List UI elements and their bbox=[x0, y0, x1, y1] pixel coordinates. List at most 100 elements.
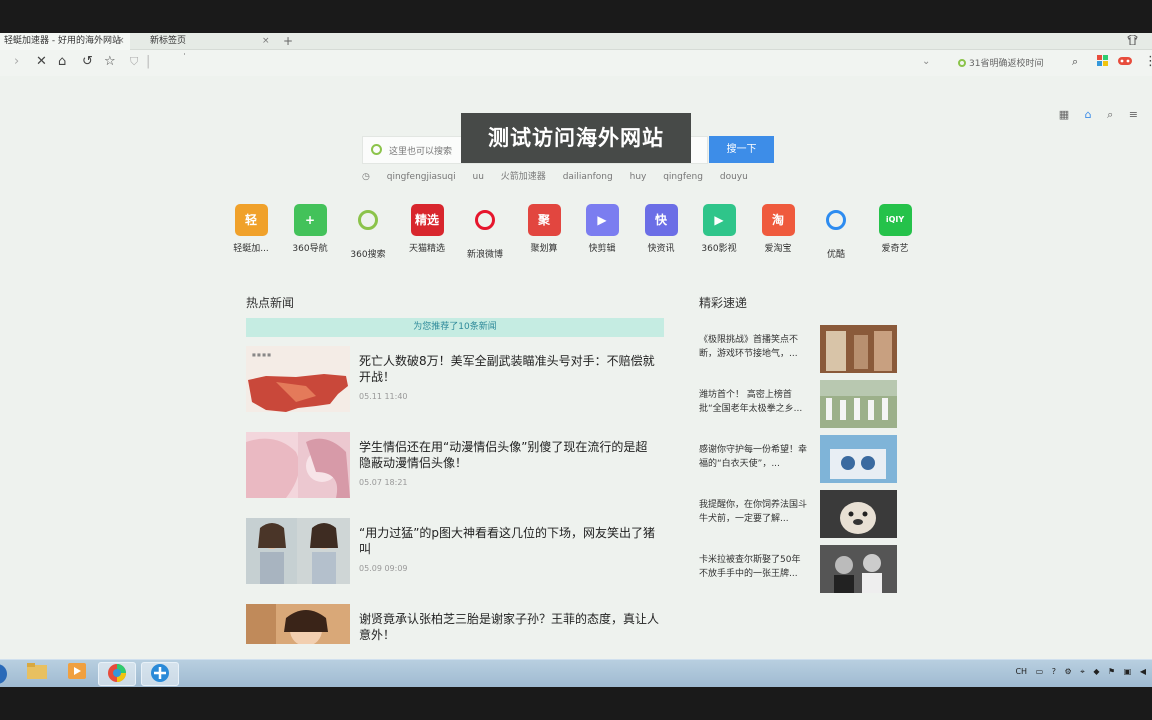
app-shortcut[interactable]: 优酷 bbox=[811, 204, 861, 260]
news-title[interactable]: 谢贤竟承认张柏芝三胎是谢家子孙？王菲的态度，真让人意外！ bbox=[359, 611, 659, 643]
browser-taskbar-icon[interactable] bbox=[98, 662, 136, 686]
search-icon[interactable]: ⌕ bbox=[1107, 108, 1113, 121]
app-shortcut[interactable]: 精选 天猫精选 bbox=[402, 204, 452, 254]
news-time: 05.09 09:09 bbox=[359, 564, 408, 573]
folder-icon[interactable] bbox=[18, 662, 56, 686]
tab-close-icon[interactable]: × bbox=[262, 33, 270, 50]
ticker-icon bbox=[958, 59, 966, 67]
more-icon[interactable]: ⋮ bbox=[1144, 54, 1152, 70]
app-label: 优酷 bbox=[826, 250, 845, 260]
news-ticker[interactable]: 31省明确返校时间 bbox=[958, 56, 1043, 69]
menu-icon[interactable]: ≡ bbox=[1129, 108, 1138, 121]
app-label: 轻蜓加... bbox=[233, 244, 269, 254]
network-icon[interactable]: ◆ bbox=[1093, 667, 1099, 676]
undo-icon[interactable]: ↺ bbox=[82, 54, 93, 70]
app-logo-icon bbox=[358, 210, 378, 230]
hot-word[interactable]: qingfeng bbox=[663, 172, 703, 182]
app-icon: ▶ bbox=[702, 204, 736, 236]
shirt-icon[interactable] bbox=[1127, 34, 1138, 48]
home-icon[interactable]: ⌂ bbox=[1085, 108, 1092, 121]
app-label: 360搜索 bbox=[350, 250, 386, 260]
app-icon: ▶ bbox=[585, 204, 619, 236]
language-indicator[interactable]: CH bbox=[1015, 667, 1027, 676]
news-title[interactable]: “用力过猛”的p图大神看看这几位的下场，网友笑出了猪叫 bbox=[359, 525, 659, 557]
news-title[interactable]: 学生情侣还在用“动漫情侣头像”别傻了现在流行的是超隐蔽动漫情侣头像！ bbox=[359, 439, 659, 471]
app-shortcut[interactable]: 淘爱淘宝 bbox=[753, 204, 803, 254]
quick-item[interactable]: 《极限挑战》首播笑点不断，游戏环节接地气，... bbox=[699, 325, 899, 373]
quick-text[interactable]: 卡米拉被查尔斯娶了50年不放手手中的一张王牌... bbox=[699, 553, 809, 581]
news-item[interactable]: 学生情侣还在用“动漫情侣头像”别傻了现在流行的是超隐蔽动漫情侣头像！ 05.07… bbox=[246, 432, 666, 498]
volume-icon[interactable]: ◀ bbox=[1140, 667, 1146, 676]
quick-text[interactable]: 感谢你守护每一份希望！幸福的“白衣天使”，... bbox=[699, 443, 809, 471]
grid-icon[interactable]: ▦ bbox=[1059, 108, 1069, 121]
search-icon[interactable]: ⌕ bbox=[1072, 54, 1078, 70]
accelerator-taskbar-icon[interactable] bbox=[141, 662, 179, 686]
home-icon[interactable]: ⌂ bbox=[58, 54, 66, 70]
start-button-icon[interactable] bbox=[0, 662, 16, 686]
tab-active[interactable]: 轻蜓加速器 - 好用的海外网站 × bbox=[0, 33, 130, 50]
pin-icon[interactable]: ⌖ bbox=[1080, 667, 1085, 676]
tab-newtab[interactable]: 新标签页 × bbox=[146, 33, 274, 50]
search-placeholder: 这里也可以搜索 bbox=[389, 147, 453, 157]
close-icon[interactable]: ✕ bbox=[36, 54, 47, 70]
star-icon[interactable]: ☆ bbox=[104, 54, 116, 70]
app-shortcut[interactable]: ▶ 360影视 bbox=[694, 204, 744, 254]
history-icon: ◷ bbox=[362, 172, 370, 182]
app-shortcut[interactable]: 新浪微博 bbox=[460, 204, 510, 260]
hot-word[interactable]: dailianfong bbox=[563, 172, 613, 182]
hot-word[interactable]: douyu bbox=[720, 172, 748, 182]
news-item[interactable]: 谢贤竟承认张柏芝三胎是谢家子孙？王菲的态度，真让人意外！ bbox=[246, 604, 666, 644]
quick-item[interactable]: 我提醒你，在你饲养法国斗牛犬前，一定要了解... bbox=[699, 490, 899, 538]
app-shortcut[interactable]: 快快资讯 bbox=[636, 204, 686, 254]
chevron-down-icon[interactable]: ⌄ bbox=[922, 54, 930, 70]
quick-text[interactable]: 我提醒你，在你饲养法国斗牛犬前，一定要了解... bbox=[699, 498, 809, 526]
app-shortcut[interactable]: +360导航 bbox=[285, 204, 335, 254]
hot-word[interactable]: uu bbox=[473, 172, 484, 182]
address-bar[interactable]: ˙ bbox=[182, 53, 187, 64]
media-player-icon[interactable] bbox=[58, 662, 96, 686]
shield-icon[interactable]: ⛉ bbox=[130, 54, 138, 70]
hot-word[interactable]: 火箭加速器 bbox=[501, 172, 546, 182]
app-icon: 快 bbox=[644, 204, 678, 236]
search-button[interactable]: 搜一下 bbox=[709, 136, 774, 163]
news-title[interactable]: 死亡人数破8万！美军全副武装瞄准头号对手：不赔偿就开战！ bbox=[359, 353, 659, 385]
quick-text[interactable]: 《极限挑战》首播笑点不断，游戏环节接地气，... bbox=[699, 333, 809, 361]
quick-item[interactable]: 卡米拉被查尔斯娶了50年不放手手中的一张王牌... bbox=[699, 545, 899, 593]
news-item[interactable]: ■ ■ ■ ■ 死亡人数破8万！美军全副武装瞄准头号对手：不赔偿就开战！ 05.… bbox=[246, 346, 666, 412]
app-icon: 轻 bbox=[234, 204, 268, 236]
ticker-text: 31省明确返校时间 bbox=[969, 59, 1044, 69]
app-shortcut[interactable]: ▶ 快剪辑 bbox=[577, 204, 627, 254]
monitor-icon[interactable]: ▣ bbox=[1124, 667, 1132, 676]
app-icon: 淘 bbox=[761, 204, 795, 236]
app-shortcut[interactable]: 聚聚划算 bbox=[519, 204, 569, 254]
hot-word[interactable]: qingfengjiasuqi bbox=[387, 172, 456, 182]
app-shortcut[interactable]: iQIY 爱奇艺 bbox=[870, 204, 920, 254]
flag-icon[interactable]: ⚑ bbox=[1108, 667, 1115, 676]
new-tab-button[interactable]: + bbox=[283, 33, 293, 49]
tab-bar: 轻蜓加速器 - 好用的海外网站 × 新标签页 × + bbox=[0, 33, 1152, 50]
app-shortcut[interactable]: 360搜索 bbox=[343, 204, 393, 260]
tab-label: 轻蜓加速器 - 好用的海外网站 bbox=[4, 36, 121, 46]
quick-item[interactable]: 感谢你守护每一份希望！幸福的“白衣天使”，... bbox=[699, 435, 899, 483]
gamepad-icon[interactable] bbox=[1118, 55, 1132, 71]
page-tools: ▦ ⌂ ⌕ ≡ bbox=[1047, 108, 1138, 122]
app-icon bbox=[352, 210, 385, 242]
settings-icon[interactable]: ⚙ bbox=[1065, 667, 1072, 676]
app-label: 快剪辑 bbox=[588, 244, 616, 254]
news-banner[interactable]: 为您推荐了10条新闻 bbox=[246, 318, 664, 337]
system-tray: CH ▭ ? ⚙ ⌖ ◆ ⚑ ▣ ◀ bbox=[1009, 667, 1146, 677]
quick-text[interactable]: 潍坊首个！ 高密上榜首批“全国老年太极拳之乡... bbox=[699, 388, 809, 416]
keyboard-icon[interactable]: ▭ bbox=[1036, 667, 1044, 676]
app-label: 聚划算 bbox=[530, 244, 558, 254]
news-thumbnail: ■ ■ ■ ■ bbox=[246, 346, 350, 412]
chevron-right-icon[interactable]: › bbox=[14, 54, 19, 70]
windows-icon[interactable] bbox=[1097, 55, 1108, 71]
tab-close-icon[interactable]: × bbox=[117, 33, 125, 50]
hot-word[interactable]: huy bbox=[630, 172, 647, 182]
news-item[interactable]: “用力过猛”的p图大神看看这几位的下场，网友笑出了猪叫 05.09 09:09 bbox=[246, 518, 666, 584]
app-shortcut[interactable]: 轻轻蜓加... bbox=[226, 204, 276, 254]
app-logo-icon bbox=[475, 210, 495, 230]
quick-item[interactable]: 潍坊首个！ 高密上榜首批“全国老年太极拳之乡... bbox=[699, 380, 899, 428]
help-icon[interactable]: ? bbox=[1052, 667, 1056, 676]
app-label: 快资讯 bbox=[647, 244, 675, 254]
